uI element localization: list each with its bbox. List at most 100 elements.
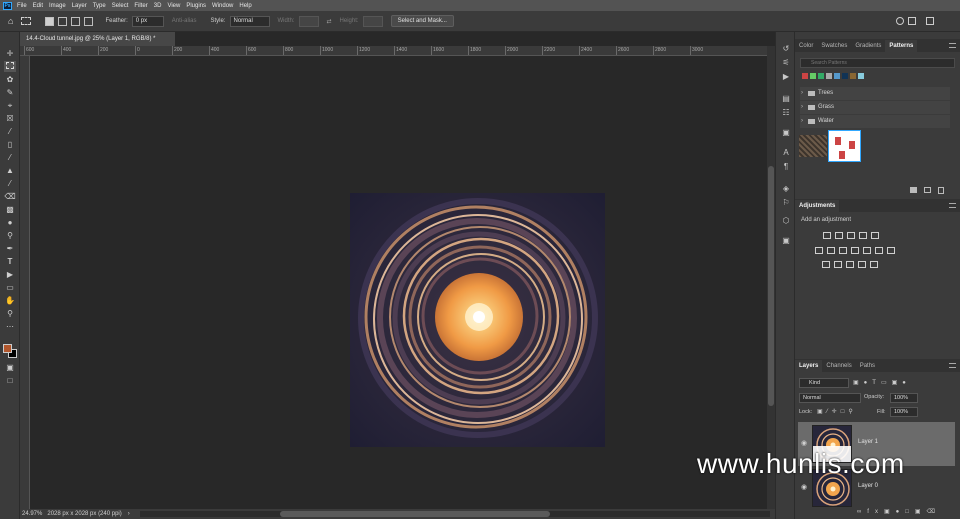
- vertical-scrollbar[interactable]: [767, 46, 775, 509]
- menu-image[interactable]: Image: [49, 3, 66, 9]
- adjustment-icon[interactable]: [887, 247, 895, 254]
- home-icon[interactable]: ⌂: [8, 16, 13, 26]
- document-tab[interactable]: 14.4-Cloud tunnel.jpg @ 25% (Layer 1, RG…: [20, 32, 175, 46]
- horizontal-scrollbar[interactable]: [140, 511, 770, 517]
- character-icon[interactable]: A: [781, 148, 791, 158]
- foreground-color-swatch[interactable]: [3, 344, 12, 353]
- gradient-tool-icon[interactable]: ▩: [4, 204, 16, 215]
- tab-layers[interactable]: Layers: [795, 360, 823, 372]
- zoom-tool-icon[interactable]: ⚲: [4, 308, 16, 319]
- lock-icons[interactable]: ▣⁄✛□⚲: [817, 408, 857, 415]
- properties-icon[interactable]: ☷: [781, 108, 791, 118]
- menu-select[interactable]: Select: [112, 3, 129, 9]
- layer-name[interactable]: Layer 0: [858, 483, 878, 489]
- type-tool-icon[interactable]: T: [4, 256, 16, 267]
- navigator-icon[interactable]: ⚐: [781, 198, 791, 208]
- eraser-tool-icon[interactable]: ⌫: [4, 191, 16, 202]
- share-icon[interactable]: [926, 17, 934, 25]
- screen-mode-icon[interactable]: □: [4, 375, 16, 386]
- adjustment-icon[interactable]: [851, 247, 859, 254]
- adjustment-icon[interactable]: [859, 232, 867, 239]
- zoom-level[interactable]: 24.97%: [22, 511, 42, 517]
- intersect-selection-icon[interactable]: [84, 16, 94, 26]
- pattern-chip[interactable]: [826, 73, 832, 79]
- adjustment-icon[interactable]: [835, 232, 843, 239]
- healing-tool-icon[interactable]: ▯: [4, 139, 16, 150]
- pattern-chip[interactable]: [850, 73, 856, 79]
- chevron-right-icon[interactable]: ›: [801, 87, 803, 100]
- fill-input[interactable]: 100%: [890, 407, 918, 417]
- pattern-thumb-gravel[interactable]: [799, 135, 827, 157]
- blend-mode-select[interactable]: Normal: [799, 393, 861, 403]
- photoshop-logo[interactable]: Ps: [3, 1, 12, 10]
- new-selection-icon[interactable]: [45, 16, 55, 26]
- new-pattern-icon[interactable]: [924, 187, 931, 193]
- eyedropper-tool-icon[interactable]: ⁄: [4, 126, 16, 137]
- tab-channels[interactable]: Channels: [822, 360, 855, 372]
- rectangle-tool-icon[interactable]: ▭: [4, 282, 16, 293]
- menu-type[interactable]: Type: [93, 3, 106, 9]
- frame-tool-icon[interactable]: ☒: [4, 113, 16, 124]
- adjustment-icon[interactable]: [822, 261, 830, 268]
- adjustment-icon[interactable]: [846, 261, 854, 268]
- panel-menu-icon[interactable]: [949, 43, 956, 48]
- horizontal-scrollbar-thumb[interactable]: [280, 511, 550, 517]
- adjustment-icon[interactable]: [858, 261, 866, 268]
- feather-input[interactable]: 0 px: [131, 15, 164, 27]
- dodge-tool-icon[interactable]: ⚲: [4, 230, 16, 241]
- adjustment-icon[interactable]: [827, 247, 835, 254]
- quick-select-tool-icon[interactable]: ✎: [4, 87, 16, 98]
- folder-water[interactable]: › Water: [800, 115, 950, 128]
- more-tools-icon[interactable]: ⋯: [4, 321, 16, 332]
- adjustment-icon[interactable]: [847, 232, 855, 239]
- lasso-tool-icon[interactable]: ✿: [4, 74, 16, 85]
- menu-3d[interactable]: 3D: [154, 3, 162, 9]
- pattern-chip[interactable]: [858, 73, 864, 79]
- adjustment-icon[interactable]: [863, 247, 871, 254]
- tab-gradients[interactable]: Gradients: [851, 40, 885, 52]
- opacity-input[interactable]: 100%: [890, 393, 918, 403]
- adjustment-icon[interactable]: [839, 247, 847, 254]
- workspace-icon[interactable]: [908, 17, 916, 25]
- visibility-eye-icon[interactable]: ◉: [801, 439, 807, 447]
- search-icon[interactable]: [896, 17, 904, 25]
- antialias-checkbox[interactable]: Anti-alias: [172, 18, 197, 24]
- patterns-search-input[interactable]: Search Patterns: [800, 58, 955, 68]
- marquee-tool-icon[interactable]: [4, 61, 16, 72]
- menu-layer[interactable]: Layer: [72, 3, 87, 9]
- menu-plugins[interactable]: Plugins: [186, 3, 206, 9]
- menu-window[interactable]: Window: [212, 3, 233, 9]
- status-arrow-icon[interactable]: ›: [128, 511, 130, 517]
- adjustment-icon[interactable]: [823, 232, 831, 239]
- tab-swatches[interactable]: Swatches: [817, 40, 851, 52]
- pattern-chip[interactable]: [802, 73, 808, 79]
- pattern-chip[interactable]: [818, 73, 824, 79]
- document-image[interactable]: [350, 193, 605, 447]
- layer-kind-filter[interactable]: Kind: [799, 378, 849, 388]
- height-input[interactable]: [362, 15, 383, 27]
- menu-filter[interactable]: Filter: [134, 3, 147, 9]
- pattern-chip[interactable]: [834, 73, 840, 79]
- layer-bottom-icons[interactable]: ∞fx▣●□▣⌫: [857, 508, 941, 515]
- brush-settings-icon[interactable]: ⚟: [781, 58, 791, 68]
- adjustment-icon[interactable]: [815, 247, 823, 254]
- swap-icon[interactable]: ⇄: [327, 18, 332, 25]
- menu-help[interactable]: Help: [239, 3, 251, 9]
- new-group-icon[interactable]: [910, 187, 917, 193]
- tab-color[interactable]: Color: [795, 40, 817, 52]
- visibility-eye-icon[interactable]: ◉: [801, 483, 807, 491]
- history-icon[interactable]: ↺: [781, 44, 791, 54]
- crop-tool-icon[interactable]: ⌖: [4, 100, 16, 111]
- tab-paths[interactable]: Paths: [856, 360, 879, 372]
- delete-icon[interactable]: [938, 187, 944, 194]
- style-select[interactable]: Normal: [229, 15, 270, 27]
- width-input[interactable]: [298, 15, 319, 27]
- path-select-tool-icon[interactable]: ▶: [4, 269, 16, 280]
- marquee-preset-icon[interactable]: [21, 17, 32, 25]
- adjustment-icon[interactable]: [875, 247, 883, 254]
- subtract-selection-icon[interactable]: [71, 16, 81, 26]
- paragraph-icon[interactable]: ¶: [781, 162, 791, 172]
- layer-comps-icon[interactable]: ▤: [781, 94, 791, 104]
- libraries-icon[interactable]: ▣: [781, 128, 791, 138]
- panel-menu-icon[interactable]: [949, 363, 956, 368]
